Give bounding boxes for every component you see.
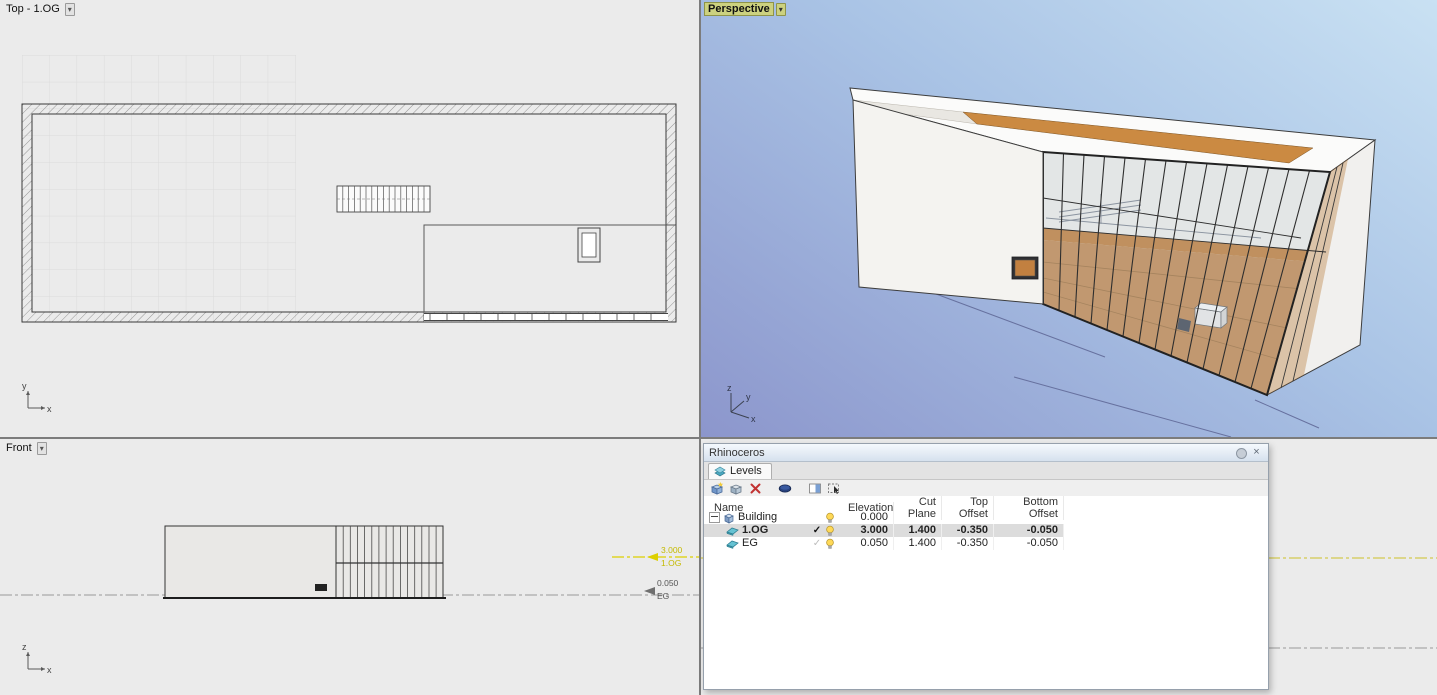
column-header-bottom-offset[interactable]: Bottom Offset (994, 496, 1064, 520)
column-header-cut-plane[interactable]: Cut Plane (894, 496, 942, 520)
current-level-check-icon[interactable]: ✓ (811, 524, 823, 537)
axis-x-label: x (47, 404, 52, 414)
column-header-top-offset[interactable]: Top Offset (942, 496, 994, 520)
front-elevation-drawing (163, 525, 446, 599)
rhino-application-window: Top - 1.OG ▾ y x Perspective ▾ z y x Fro… (0, 0, 1437, 695)
chevron-down-icon[interactable]: ▾ (64, 2, 75, 16)
axis-gizmo-front (26, 652, 45, 671)
panel-options-icon[interactable] (1236, 447, 1247, 459)
viewport-perspective-title[interactable]: Perspective (704, 2, 774, 16)
cell-elevation[interactable]: 3.000 (848, 524, 894, 537)
construction-grid (22, 55, 296, 323)
chevron-down-icon[interactable]: ▾ (775, 2, 786, 16)
cell-cut-plane[interactable]: 1.400 (894, 524, 942, 537)
panel-titlebar[interactable]: Rhinoceros × (704, 444, 1268, 462)
levels-panel-window: Rhinoceros × Levels Name Elevation Cut P… (703, 443, 1269, 690)
levels-table-header: Name Elevation Cut Plane Top Offset Bott… (704, 496, 1268, 520)
table-row-eg[interactable]: EG ✓ 0.050 1.400 -0.350 -0.050 (704, 537, 1268, 550)
level-icon (726, 527, 739, 536)
panel-title: Rhinoceros (709, 446, 765, 459)
level-marker-eg-name: EG (657, 591, 669, 601)
level-icon (726, 540, 739, 549)
delete-level-icon[interactable] (747, 481, 763, 496)
axis-x-label: x (47, 665, 52, 675)
visibility-bulb-icon[interactable] (823, 512, 836, 524)
close-icon[interactable]: × (1250, 446, 1263, 459)
viewport-perspective-label[interactable]: Perspective ▾ (704, 2, 786, 16)
axis-z-label: z (22, 642, 27, 652)
top-viewport-canvas[interactable]: y x (0, 0, 699, 437)
viewport-divider-vertical[interactable] (699, 0, 701, 695)
axis-y-label: y (746, 392, 751, 402)
viewport-perspective[interactable]: Perspective ▾ z y x (701, 0, 1437, 437)
building-icon (724, 513, 734, 524)
viewport-front-title[interactable]: Front (3, 441, 35, 455)
front-viewport-canvas[interactable]: 3.000 1.OG 0.050 EG z x (0, 439, 699, 695)
select-objects-icon[interactable] (826, 481, 842, 496)
viewport-top[interactable]: Top - 1.OG ▾ y x (0, 0, 699, 437)
level-line-og-selected[interactable]: 3.000 1.OG (612, 545, 699, 568)
viewport-front[interactable]: Front ▾ 3.000 1.OG 0.050 EG z x (0, 439, 699, 695)
row-name: Building (738, 511, 778, 523)
cell-elevation[interactable]: 0.000 (848, 511, 894, 524)
viewport-top-title[interactable]: Top - 1.OG (3, 2, 63, 16)
axis-z-label: z (727, 383, 732, 393)
new-level-icon[interactable] (709, 481, 725, 496)
new-sublevel-icon[interactable] (728, 481, 744, 496)
tab-levels[interactable]: Levels (708, 463, 772, 479)
stair-plan (336, 185, 431, 213)
cell-elevation[interactable]: 0.050 (848, 537, 894, 550)
axis-y-label: y (22, 381, 27, 391)
cell-bottom-offset[interactable]: -0.050 (994, 537, 1064, 550)
row-name: 1.OG (742, 524, 769, 536)
axis-gizmo-top (26, 391, 45, 410)
axis-x-label: x (751, 414, 756, 424)
table-row-1og[interactable]: 1.OG ✓ 3.000 1.400 -0.350 -0.050 (704, 524, 1268, 537)
visibility-bulb-icon[interactable] (823, 525, 836, 537)
cut-plane-icon[interactable] (777, 481, 793, 496)
perspective-viewport-canvas[interactable]: z y x (701, 0, 1437, 437)
current-level-check-icon-inactive[interactable]: ✓ (811, 537, 823, 550)
levels-tab-icon (714, 466, 726, 477)
viewport-divider-horizontal[interactable] (0, 437, 1437, 439)
panel-tabbar: Levels (704, 462, 1268, 480)
cell-top-offset[interactable]: -0.350 (942, 524, 994, 537)
level-marker-eg-value: 0.050 (657, 578, 679, 588)
row-name: EG (742, 537, 758, 549)
chevron-down-icon[interactable]: ▾ (36, 441, 47, 455)
building-3d-model (849, 87, 1377, 397)
levels-table: Name Elevation Cut Plane Top Offset Bott… (704, 496, 1268, 689)
panel-list-icon[interactable] (807, 481, 823, 496)
visibility-bulb-icon[interactable] (823, 538, 836, 550)
level-marker-eg[interactable]: 0.050 EG (644, 578, 679, 601)
collapse-minus-icon[interactable] (709, 512, 720, 523)
viewport-top-label[interactable]: Top - 1.OG ▾ (3, 2, 75, 16)
cell-top-offset[interactable]: -0.350 (942, 537, 994, 550)
viewport-front-label[interactable]: Front ▾ (3, 441, 47, 455)
tab-levels-label: Levels (730, 465, 762, 477)
level-marker-og-name: 1.OG (661, 558, 681, 568)
shaft-plan (577, 227, 601, 263)
level-marker-og-value: 3.000 (661, 545, 683, 555)
cell-cut-plane[interactable]: 1.400 (894, 537, 942, 550)
left-wall-window (1011, 256, 1039, 280)
cell-bottom-offset[interactable]: -0.050 (994, 524, 1064, 537)
